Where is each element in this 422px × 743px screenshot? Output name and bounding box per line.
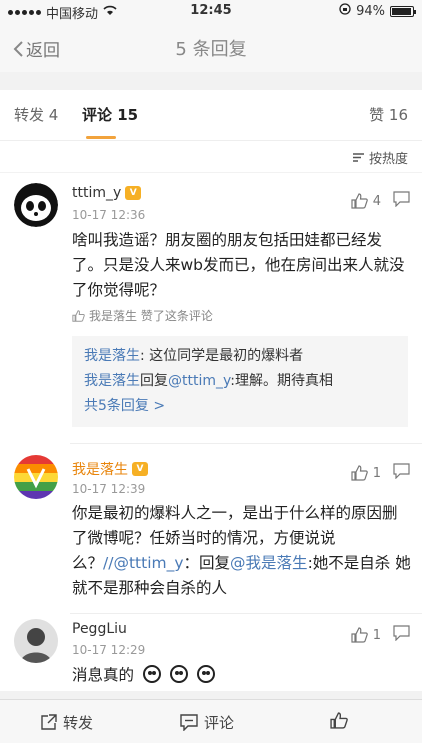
crying-emoji-icon [169, 665, 188, 683]
vip-badge-icon: V [132, 462, 148, 476]
comment-list: tttim_y V 10-17 12:36 4 啥叫我造谣？朋友圈的朋友包括田娃… [0, 173, 422, 691]
crying-emoji-icon [142, 665, 161, 683]
mention-link[interactable]: @tttim_y [168, 373, 230, 389]
thumbs-up-icon [351, 193, 368, 209]
comment-button[interactable]: 评论 [180, 712, 234, 733]
comment-username[interactable]: tttim_y V [72, 185, 142, 201]
comment-item: tttim_y V 10-17 12:36 4 啥叫我造谣？朋友圈的朋友包括田娃… [0, 173, 422, 444]
like-count: 4 [372, 193, 381, 209]
page-title: 5 条回复 [175, 39, 247, 60]
tab-bar: 转发 4 评论 15 赞 16 [0, 90, 422, 140]
battery-icon [390, 5, 416, 17]
comment-text: 啥叫我造谣？朋友圈的朋友包括田娃都已经发了。只是没人来wb发而已，他在房间出来人… [72, 231, 405, 299]
like-count: 1 [372, 627, 381, 643]
comment-item: 我是落生 V 10-17 12:39 1 你是最初的爆料人之一，是出于什么样的原… [0, 445, 422, 615]
like-count: 1 [372, 465, 381, 481]
comment-icon [393, 463, 410, 480]
comment-text: 你是最初的爆料人之一，是出于什么样的原因删了微博呢？任娇当时的情况，方便说说么？… [72, 504, 411, 597]
comment-time: 10-17 12:36 [72, 208, 146, 222]
comment-text: 消息真的 [72, 663, 412, 688]
thumbs-up-icon [351, 627, 368, 643]
like-post-button[interactable] [330, 712, 348, 729]
divider [70, 613, 422, 614]
sort-bar: 按热度 [0, 140, 422, 172]
like-button[interactable]: 1 [351, 627, 381, 643]
comment-icon [393, 625, 410, 642]
battery-percent: 94% [356, 3, 385, 19]
reply-line: 我是落生回复@tttim_y:理解。期待真相 [84, 373, 333, 389]
sort-label: 按热度 [368, 152, 408, 167]
comment-time: 10-17 12:29 [72, 643, 146, 657]
tab-underline [86, 136, 116, 139]
reply-button[interactable] [393, 463, 410, 483]
bottom-bar: 转发 评论 [0, 699, 422, 743]
comment-username[interactable]: PeggLiu [72, 621, 127, 637]
repost-icon [41, 714, 57, 730]
reply-username[interactable]: 我是落生 [84, 373, 140, 389]
sort-button[interactable]: 按热度 [352, 148, 408, 167]
sort-icon [352, 153, 364, 162]
like-button[interactable]: 1 [351, 465, 381, 481]
divider [70, 443, 422, 444]
comment-time: 10-17 12:39 [72, 482, 146, 496]
reply-username[interactable]: 我是落生 [84, 348, 140, 364]
vip-badge-icon: V [125, 186, 142, 200]
liked-by: 我是落生 赞了这条评论 [72, 307, 213, 324]
reply-button[interactable] [393, 625, 410, 645]
nav-bar: 返回 5 条回复 [0, 22, 422, 72]
more-replies-link[interactable]: 共5条回复 > [84, 394, 396, 419]
avatar[interactable] [14, 619, 58, 663]
tab-repost[interactable]: 转发 4 [14, 104, 58, 125]
repost-button[interactable]: 转发 [40, 712, 93, 733]
comment-icon [180, 714, 198, 731]
reply-box[interactable]: 我是落生: 这位同学是最初的爆料者 我是落生回复@tttim_y:理解。期待真相… [72, 336, 408, 427]
avatar[interactable] [14, 183, 58, 227]
status-bar: 中国移动 12:45 94% [0, 0, 422, 22]
crying-emoji-icon [196, 665, 215, 683]
reply-button[interactable] [393, 191, 410, 211]
thumbs-up-icon [330, 712, 348, 729]
comment-username[interactable]: 我是落生 V [72, 459, 148, 479]
mention-link[interactable]: @我是落生 [230, 554, 308, 572]
mention-link[interactable]: //@tttim_y [103, 554, 184, 572]
avatar[interactable] [14, 455, 58, 499]
rotation-lock-icon [339, 3, 351, 19]
thumbs-up-icon [72, 309, 85, 322]
like-button[interactable]: 4 [351, 193, 381, 209]
thumbs-up-icon [351, 465, 368, 481]
reply-line: 我是落生: 这位同学是最初的爆料者 [84, 348, 304, 364]
tab-like[interactable]: 赞 16 [369, 104, 408, 125]
comment-icon [393, 191, 410, 208]
